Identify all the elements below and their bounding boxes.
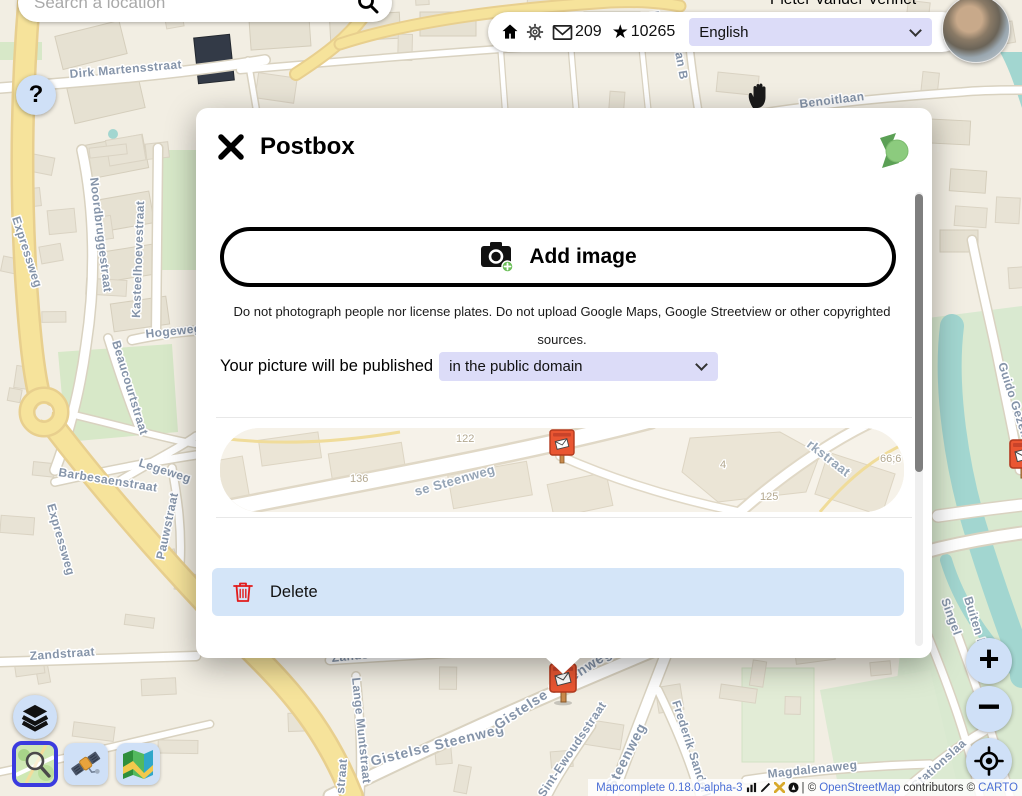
search-bar[interactable] [18,0,392,22]
mapillary-circle-icon [788,782,799,793]
attribution-contributors: contributors © [903,782,975,794]
geolocate-button[interactable] [966,738,1012,784]
mapcomplete-logo-icon [872,132,910,170]
josm-x-icon [774,782,785,793]
license-selected-value: in the public domain [449,358,582,375]
license-row: Your picture will be published in the pu… [220,352,718,381]
contributor-stats-icon [746,782,757,793]
edit-pencil-icon [760,782,771,793]
satellite-icon [69,747,103,781]
zoom-out-button[interactable]: − [966,686,1012,732]
openstreetmap-link[interactable]: OpenStreetMap [819,782,900,794]
minimap-housenumber: 136 [350,473,368,485]
delete-button[interactable]: Delete [212,568,904,616]
popup-pointer [545,657,581,674]
add-image-button[interactable]: Add image [220,227,896,287]
language-select[interactable]: English [689,18,932,46]
language-selected-value: English [699,24,748,41]
postbox-popup: Postbox Add image Do not photograph peop… [196,108,932,658]
divider [216,517,912,518]
user-bar: 209 ★ 10265 English [488,12,962,52]
star-icon: ★ [612,23,629,42]
location-minimap[interactable]: 122 136 se Steenweg 125 4 rkstraat 66;6 [220,428,904,512]
help-button[interactable]: ? [16,75,56,115]
messages-count: 209 [575,23,602,41]
help-label: ? [29,81,44,109]
trash-icon [232,580,254,604]
close-icon[interactable] [216,132,246,162]
divider [216,417,912,418]
license-select[interactable]: in the public domain [439,352,718,381]
crosshair-icon [974,746,1004,776]
minimap-housenumber: 66;6 [880,453,901,465]
mapcomplete-version-link[interactable]: Mapcomplete 0.18.0-alpha-3 [596,782,742,794]
minimap-housenumber: 122 [456,433,474,445]
modal-scrollbar-thumb[interactable] [915,194,923,472]
settings-gear-icon[interactable] [526,23,544,41]
layers-button[interactable] [13,695,57,739]
image-disclaimer-text: Do not photograph people nor license pla… [232,298,892,354]
carto-link[interactable]: CARTO [978,782,1018,794]
folded-map-icon [121,747,155,781]
star-count: 10265 [631,23,676,41]
attribution-separator: | © [802,782,817,794]
minimap-housenumber: 4 [720,459,726,471]
camera-plus-icon [479,241,515,273]
postbox-marker-partial[interactable] [1008,438,1022,482]
username: Pieter Vander Vennet [770,0,945,9]
home-icon[interactable] [500,22,520,42]
messages-envelope-icon[interactable] [552,24,573,41]
layers-icon [20,702,50,732]
search-input[interactable] [32,0,356,14]
map-style-satellite-button[interactable] [64,743,108,785]
chevron-down-icon [909,24,922,37]
minimap-housenumber: 125 [760,491,778,503]
search-icon[interactable] [356,0,380,15]
license-prefix-text: Your picture will be published [220,357,433,376]
add-image-label: Add image [529,245,636,269]
popup-title: Postbox [260,133,355,161]
zoom-in-button[interactable]: + [966,638,1012,684]
map-style-osm-button-selected[interactable] [12,741,58,787]
delete-label: Delete [270,583,318,602]
chevron-down-icon [695,358,708,371]
attribution-bar: Mapcomplete 0.18.0-alpha-3 | © OpenStree… [588,779,1022,796]
map-style-carto-button[interactable] [116,743,160,785]
